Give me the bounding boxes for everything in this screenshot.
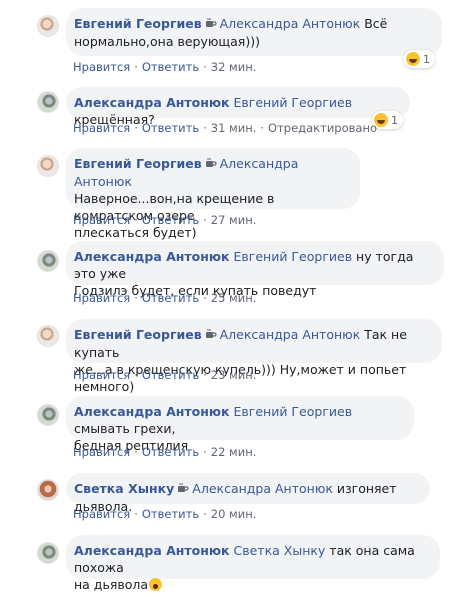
edited-label[interactable]: Отредактировано [268,121,377,135]
comment-actions: Нравится · Ответить · 32 мин. [73,60,257,74]
like-link[interactable]: Нравится [73,368,130,382]
comment-text: Всё [360,16,388,31]
avatar[interactable] [37,91,59,113]
mention-link[interactable]: Александра Антонюк [220,327,361,342]
timestamp[interactable]: 25 мин. [211,291,257,305]
author-name[interactable]: Евгений Георгиев [74,156,202,171]
comment-bubble: Евгений Георгиев Александра Антонюк Так н… [66,319,442,394]
coffee-cup-icon [205,156,217,173]
comment-bubble: Александра Антонюк Евгений Георгиев смыв… [66,396,414,453]
timestamp[interactable]: 23 мин. [211,368,257,382]
mention-link[interactable]: Светка Хынку [234,543,326,558]
comment-bubble: Светка Хынку Александра Антонюк изгоняет … [66,473,430,514]
comment-actions: Нравится · Ответить · 25 мин. [73,291,257,305]
like-link[interactable]: Нравится [73,291,130,305]
avatar[interactable] [37,155,59,177]
mention-link[interactable]: Александра Антонюк [192,481,333,496]
comment-text: смывать грехи, [74,421,176,436]
reply-link[interactable]: Ответить [142,60,199,74]
author-name[interactable]: Александра Антонюк [74,95,230,110]
comment-actions: Нравится · Ответить · 27 мин. [73,213,257,227]
reply-link[interactable]: Ответить [142,445,199,459]
author-name[interactable]: Александра Антонюк [74,249,230,264]
like-link[interactable]: Нравится [73,445,130,459]
comment-text-line: нормально,она верующая))) [74,34,260,49]
timestamp[interactable]: 27 мин. [211,213,257,227]
timestamp[interactable]: 32 мин. [211,60,257,74]
reaction-count: 1 [423,52,430,66]
like-link[interactable]: Нравится [73,121,130,135]
coffee-cup-icon [205,16,217,33]
avatar[interactable] [37,404,59,426]
coffee-cup-icon [177,481,189,498]
comment-bubble: Александра Антонюк Евгений Георгиев крещ… [66,87,410,127]
comment-bubble: Александра Антонюк Светка Хынку так она … [66,535,440,592]
author-name[interactable]: Светка Хынку [74,481,174,496]
avatar[interactable] [37,15,59,37]
author-name[interactable]: Евгений Георгиев [74,327,202,342]
coffee-cup-icon [205,327,217,344]
avatar[interactable] [37,542,59,564]
reply-link[interactable]: Ответить [142,121,199,135]
reply-link[interactable]: Ответить [142,507,199,521]
reaction-badge[interactable]: 1 [404,50,435,68]
avatar[interactable] [37,479,59,501]
comment-text-line: плескаться будет) [74,225,197,240]
timestamp[interactable]: 31 мин. [211,121,257,135]
comment-actions: Нравится · Ответить · 31 мин. · Отредактирован… [73,121,378,135]
comment-bubble: Евгений Георгиев Александра Антонюк Навер… [66,148,360,240]
screaming-face-emoji-icon [149,578,162,591]
avatar[interactable] [37,250,59,272]
comment-actions: Нравится · Ответить · 22 мин. [73,445,257,459]
avatar[interactable] [37,325,59,347]
mention-link[interactable]: Евгений Георгиев [234,95,353,110]
reaction-count: 1 [391,113,398,127]
like-link[interactable]: Нравится [73,60,130,74]
timestamp[interactable]: 20 мин. [211,507,257,521]
reply-link[interactable]: Ответить [142,213,199,227]
reply-link[interactable]: Ответить [142,368,199,382]
laughing-emoji-icon [406,52,420,66]
author-name[interactable]: Александра Антонюк [74,543,230,558]
author-name[interactable]: Александра Антонюк [74,404,230,419]
author-name[interactable]: Евгений Георгиев [74,16,202,31]
mention-link[interactable]: Александра Антонюк [220,16,361,31]
mention-link[interactable]: Евгений Георгиев [234,249,353,264]
like-link[interactable]: Нравится [73,213,130,227]
comment-actions: Нравится · Ответить · 20 мин. [73,507,257,521]
comment-bubble: Александра Антонюк Евгений Георгиев ну т… [66,241,444,298]
comment-text-line: на дьявола [74,577,148,592]
comment-actions: Нравится · Ответить · 23 мин. [73,368,257,382]
mention-link[interactable]: Евгений Георгиев [234,404,353,419]
comment-bubble: Евгений Георгиев Александра Антонюк Всё н… [66,8,442,56]
timestamp[interactable]: 22 мин. [211,445,257,459]
reply-link[interactable]: Ответить [142,291,199,305]
like-link[interactable]: Нравится [73,507,130,521]
